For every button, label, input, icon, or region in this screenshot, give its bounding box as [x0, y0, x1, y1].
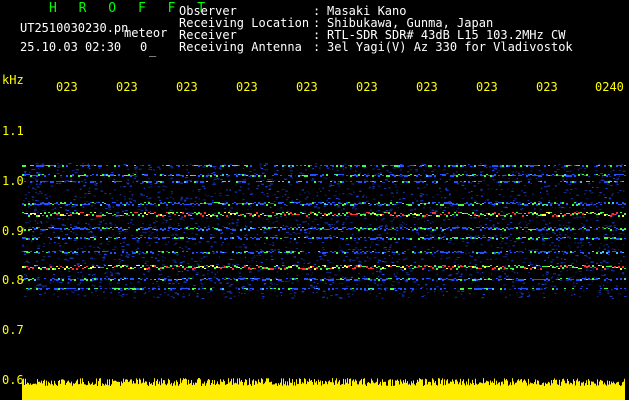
x-tick-6: 023 [356, 80, 378, 94]
y-unit-label: kHz [2, 73, 24, 87]
meteor-count: 0 [140, 40, 148, 54]
x-tick-9: 023 [536, 80, 558, 94]
x-tick-10: 0240 [595, 80, 624, 94]
x-tick-2: 023 [116, 80, 138, 94]
x-tick-5: 023 [296, 80, 318, 94]
datetime: 25.10.03 02:30 [20, 40, 122, 54]
filename: UT2510030230.pn [20, 21, 129, 35]
y-tick-0.8: 0.8 [2, 273, 24, 287]
y-tick-0.9: 0.9 [2, 224, 24, 238]
meteor-count-suffix: _ [149, 43, 157, 57]
y-tick-1.0: 1.0 [2, 174, 24, 188]
x-tick-3: 023 [176, 80, 198, 94]
antenna-sep: : [313, 40, 321, 54]
antenna-value: 3el Yagi(V) Az 330 for Vladivostok [327, 40, 573, 54]
x-tick-7: 023 [416, 80, 438, 94]
y-tick-1.1: 1.1 [2, 124, 24, 138]
x-tick-1: 023 [56, 80, 78, 94]
y-tick-0.6: 0.6 [2, 373, 24, 387]
x-tick-8: 023 [476, 80, 498, 94]
meteor-label: meteor [124, 26, 168, 40]
spectrogram [22, 163, 628, 400]
x-tick-4: 023 [236, 80, 258, 94]
antenna-label: Receiving Antenna [179, 40, 302, 54]
y-tick-0.7: 0.7 [2, 323, 24, 337]
